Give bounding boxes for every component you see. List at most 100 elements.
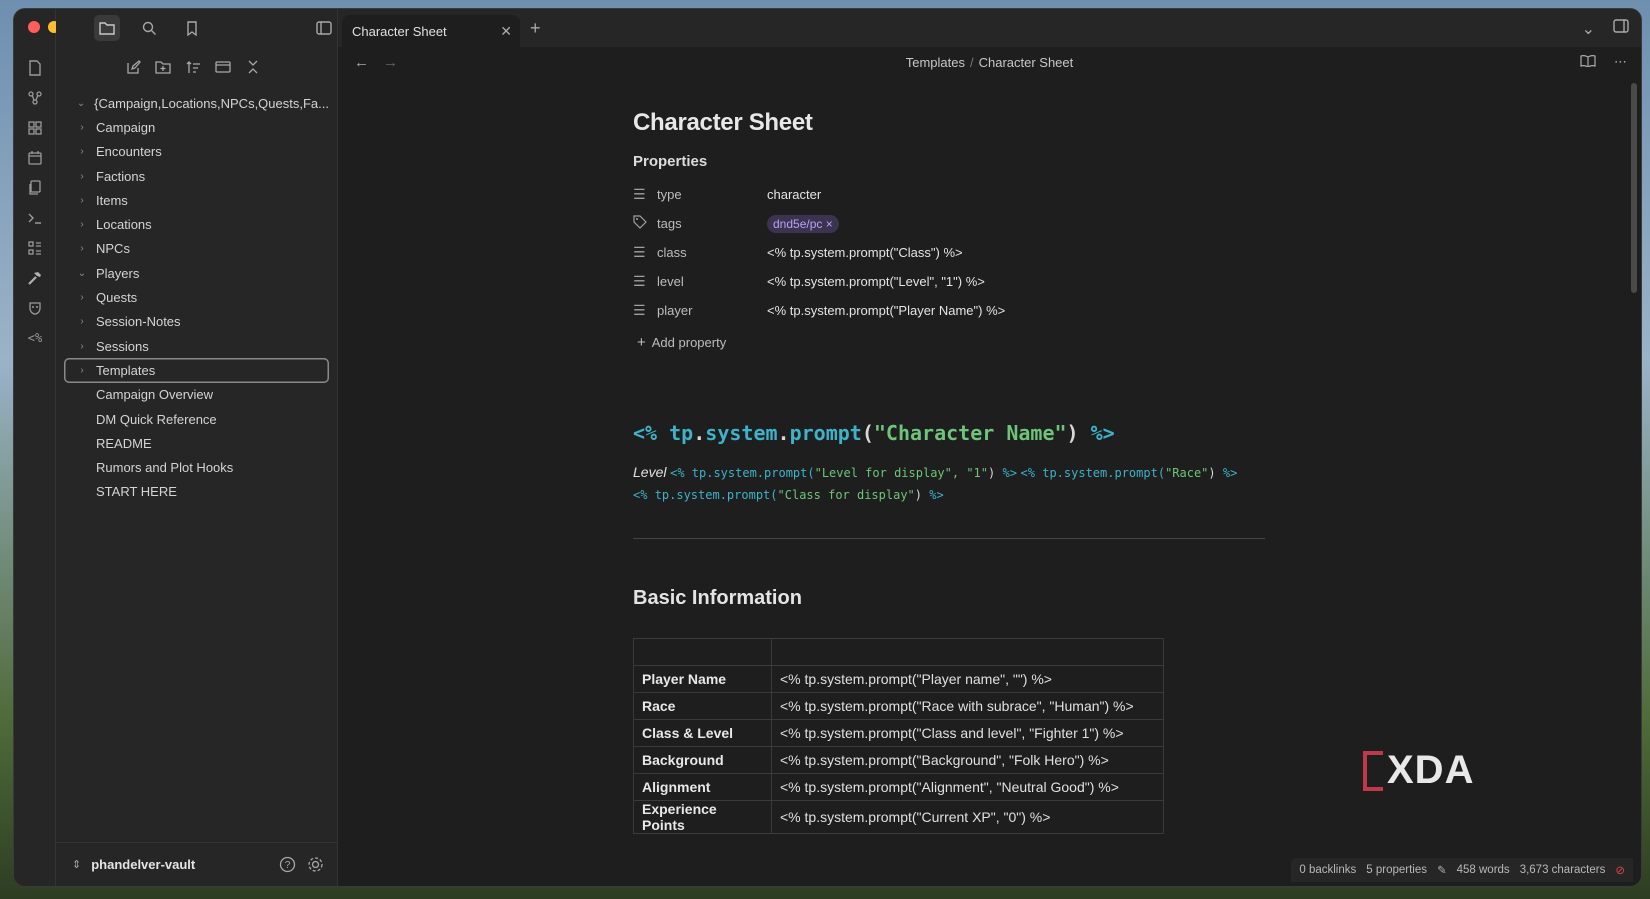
tree-file[interactable]: Campaign Overview — [64, 383, 329, 407]
tree-file[interactable]: START HERE — [64, 480, 329, 504]
new-folder-icon[interactable] — [154, 58, 172, 76]
table-value-cell[interactable]: <% tp.system.prompt("Race with subrace",… — [771, 692, 1164, 720]
character-name-heading[interactable]: <% tp.system.prompt("Character Name") %> — [633, 421, 1273, 445]
sort-icon[interactable] — [184, 58, 202, 76]
tree-folder-sessions[interactable]: › Sessions — [64, 334, 329, 358]
note-title[interactable]: Character Sheet — [633, 109, 1273, 137]
template-icon[interactable]: <% — [24, 327, 46, 349]
level-line[interactable]: Level <% tp.system.prompt("Level for dis… — [633, 461, 1273, 506]
property-key[interactable]: class — [657, 245, 767, 260]
outline-icon[interactable] — [24, 237, 46, 259]
basic-information-heading[interactable]: Basic Information — [633, 587, 1273, 610]
table-key-cell[interactable]: Player Name — [633, 665, 772, 693]
breadcrumb-current[interactable]: Character Sheet — [979, 55, 1074, 70]
property-value[interactable]: <% tp.system.prompt("Player Name") %> — [767, 303, 1005, 318]
property-row-player[interactable]: ☰ player <% tp.system.prompt("Player Nam… — [633, 296, 1273, 325]
add-property-button[interactable]: + Add property — [633, 325, 1273, 359]
chevron-down-icon: ⌄ — [76, 97, 86, 109]
property-row-class[interactable]: ☰ class <% tp.system.prompt("Class") %> — [633, 238, 1273, 267]
hammer-icon[interactable] — [24, 267, 46, 289]
sidebar-toggle-icon[interactable] — [311, 15, 337, 41]
new-note-icon[interactable] — [124, 58, 142, 76]
tree-folder-campaign[interactable]: › Campaign — [64, 115, 329, 139]
file-icon[interactable] — [24, 57, 46, 79]
property-value[interactable]: <% tp.system.prompt("Class") %> — [767, 245, 963, 260]
scrollbar[interactable] — [1631, 83, 1637, 293]
property-value[interactable]: <% tp.system.prompt("Level", "1") %> — [767, 274, 985, 289]
table-header-cell[interactable] — [771, 638, 1164, 666]
tree-folder-players[interactable]: ⌄ Players — [64, 261, 329, 285]
more-options-icon[interactable]: ⋯ — [1614, 54, 1627, 70]
tree-folder-npcs[interactable]: › NPCs — [64, 237, 329, 261]
help-icon[interactable]: ? — [277, 855, 297, 875]
pages-icon[interactable] — [24, 177, 46, 199]
breadcrumb-parent[interactable]: Templates — [906, 55, 965, 70]
reading-view-icon[interactable] — [1580, 54, 1596, 70]
calendar-icon[interactable] — [24, 147, 46, 169]
property-key[interactable]: player — [657, 303, 767, 318]
graph-icon[interactable] — [24, 87, 46, 109]
table-key-cell[interactable]: Class & Level — [633, 719, 772, 747]
file-explorer-toolbar — [56, 47, 337, 87]
table-key-cell[interactable]: Race — [633, 692, 772, 720]
collapse-all-icon[interactable] — [244, 58, 262, 76]
property-row-level[interactable]: ☰ level <% tp.system.prompt("Level", "1"… — [633, 267, 1273, 296]
tree-folder-factions[interactable]: › Factions — [64, 164, 329, 188]
terminal-icon[interactable] — [24, 207, 46, 229]
close-icon[interactable]: ✕ — [500, 23, 512, 40]
table-key-cell[interactable]: Alignment — [633, 773, 772, 801]
table-value-cell[interactable]: <% tp.system.prompt("Player name", "") %… — [771, 665, 1164, 693]
new-tab-plus-icon[interactable]: + — [530, 18, 541, 39]
chevron-down-icon[interactable]: ⌄ — [1582, 19, 1595, 39]
table-value-cell[interactable]: <% tp.system.prompt("Background", "Folk … — [771, 746, 1164, 774]
tag-pill[interactable]: dnd5e/pc × — [767, 214, 839, 233]
table-value-cell[interactable]: <% tp.system.prompt("Current XP", "0") %… — [771, 800, 1164, 834]
table-row: Class & Level <% tp.system.prompt("Class … — [633, 719, 1164, 747]
canvas-icon[interactable] — [24, 117, 46, 139]
property-row-type[interactable]: ☰ type character — [633, 180, 1273, 209]
tree-file[interactable]: DM Quick Reference — [64, 407, 329, 431]
property-row-tags[interactable]: tags dnd5e/pc × — [633, 209, 1273, 238]
tree-file[interactable]: README — [64, 431, 329, 455]
remove-tag-icon[interactable]: × — [826, 217, 833, 231]
properties-count[interactable]: 5 properties — [1366, 864, 1427, 876]
tree-root-folder[interactable]: ⌄ {Campaign,Locations,NPCs,Quests,Fa... — [64, 91, 329, 115]
properties-heading[interactable]: Properties — [633, 153, 1273, 170]
property-value[interactable]: character — [767, 187, 821, 202]
property-key[interactable]: type — [657, 187, 767, 202]
table-key-cell[interactable]: Background — [633, 746, 772, 774]
property-key[interactable]: level — [657, 274, 767, 289]
tree-folder-quests[interactable]: › Quests — [64, 285, 329, 309]
backlinks-count[interactable]: 0 backlinks — [1299, 864, 1356, 876]
close-window-button[interactable] — [28, 21, 40, 33]
table-key-cell[interactable]: Experience Points — [633, 800, 772, 834]
table-row: Alignment <% tp.system.prompt("Alignment"… — [633, 773, 1164, 801]
right-sidebar-toggle-icon[interactable] — [1613, 19, 1629, 39]
property-key[interactable]: tags — [657, 216, 767, 231]
file-explorer-sidebar: ⌄ {Campaign,Locations,NPCs,Quests,Fa... … — [56, 9, 338, 886]
search-icon[interactable] — [136, 15, 162, 41]
tree-file[interactable]: Rumors and Plot Hooks — [64, 455, 329, 479]
edit-mode-pencil-icon[interactable]: ✎ — [1437, 863, 1447, 877]
tree-folder-templates[interactable]: › Templates — [64, 358, 329, 382]
table-value-cell[interactable]: <% tp.system.prompt("Alignment", "Neutra… — [771, 773, 1164, 801]
tree-folder-session-notes[interactable]: › Session-Notes — [64, 310, 329, 334]
table-header-cell[interactable] — [633, 638, 772, 666]
table-value-cell[interactable]: <% tp.system.prompt("Class and level", "… — [771, 719, 1164, 747]
tab-character-sheet[interactable]: Character Sheet ✕ — [342, 15, 520, 47]
chevron-updown-icon[interactable]: ⇕ — [72, 858, 81, 871]
tree-folder-items[interactable]: › Items — [64, 188, 329, 212]
chevron-right-icon: › — [80, 243, 84, 255]
settings-gear-icon[interactable] — [305, 855, 325, 875]
sync-off-icon[interactable]: ⊘ — [1615, 863, 1625, 877]
chevron-right-icon: › — [80, 219, 84, 231]
vault-name[interactable]: phandelver-vault — [91, 857, 269, 872]
tree-folder-encounters[interactable]: › Encounters — [64, 140, 329, 164]
folder-icon[interactable] — [94, 15, 121, 41]
mask-icon[interactable] — [24, 297, 46, 319]
auto-reveal-icon[interactable] — [214, 58, 232, 76]
table-row: Race <% tp.system.prompt("Race with subra… — [633, 692, 1164, 720]
xda-watermark-logo: XDA — [1363, 748, 1474, 793]
bookmark-icon[interactable] — [179, 15, 205, 41]
tree-folder-locations[interactable]: › Locations — [64, 212, 329, 236]
